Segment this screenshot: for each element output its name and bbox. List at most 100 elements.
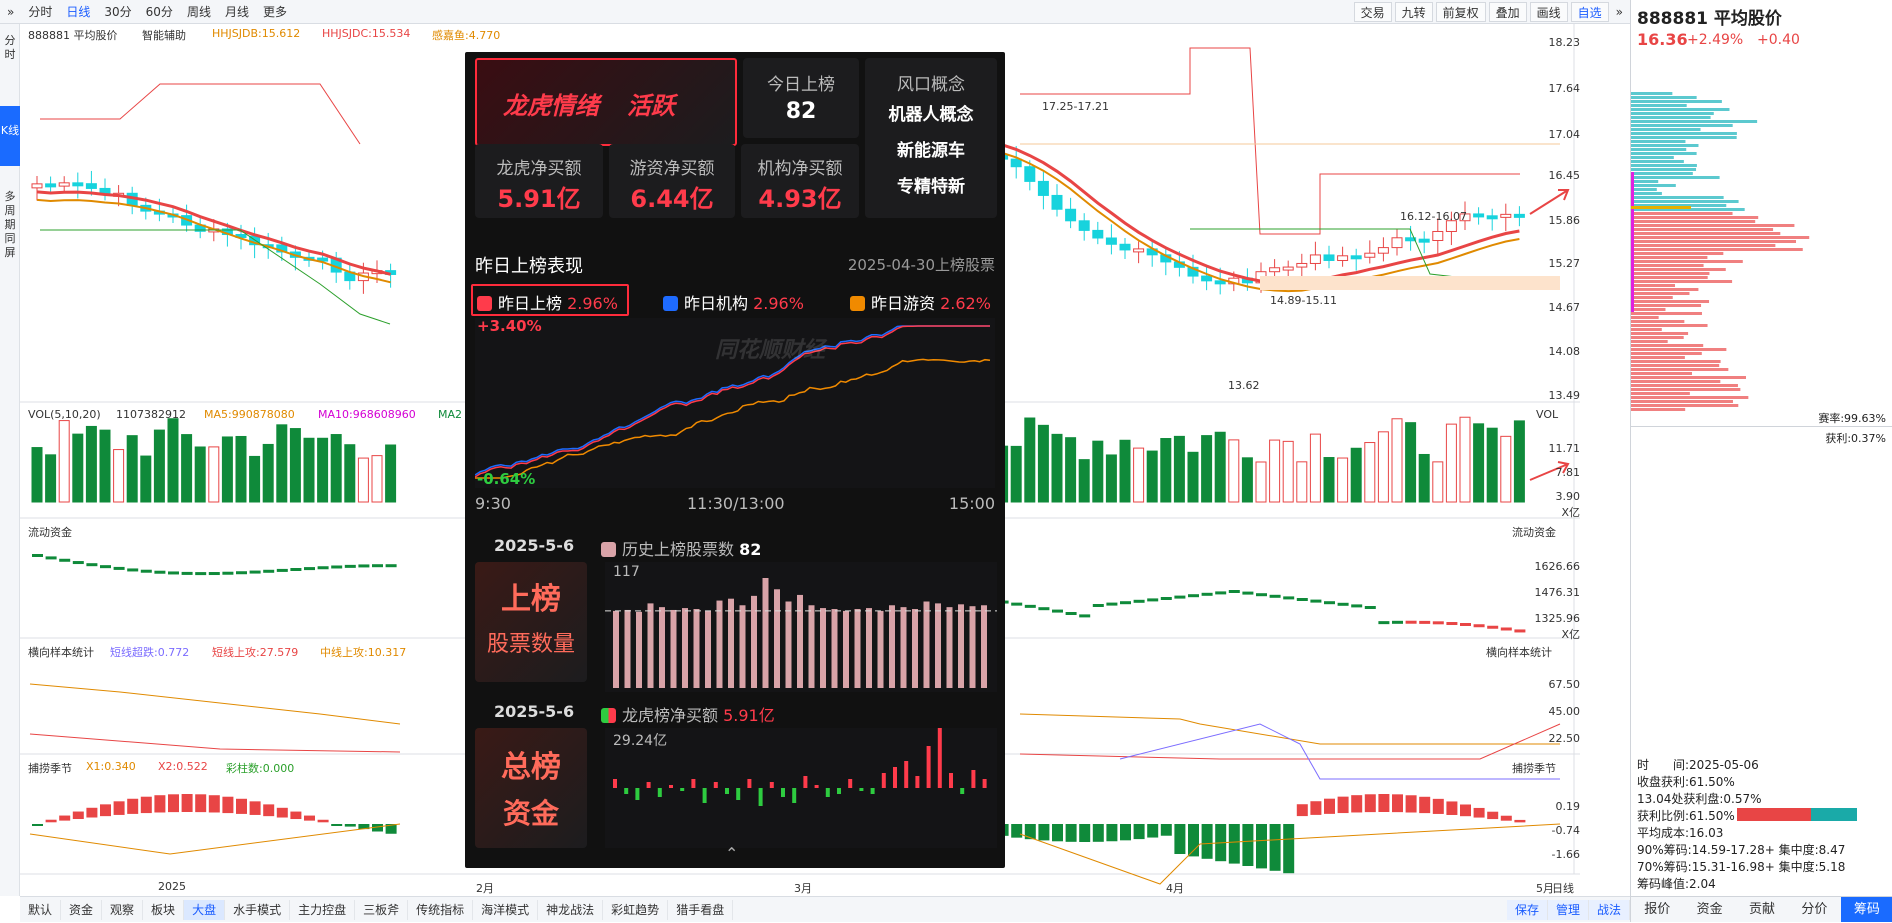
- season-bar: [1228, 824, 1240, 864]
- period-30min[interactable]: 30分: [97, 0, 138, 24]
- tab-main-control[interactable]: 主力控盘: [290, 899, 356, 920]
- tab-market[interactable]: 大盘: [184, 899, 226, 920]
- tab-hunter[interactable]: 猎手看盘: [668, 899, 734, 920]
- tab-chips[interactable]: 筹码: [1840, 897, 1892, 922]
- season-bar: [1378, 794, 1390, 813]
- chip-bar: [1631, 264, 1704, 267]
- period-monthly[interactable]: 月线: [218, 0, 256, 24]
- rail-multi-period[interactable]: 多周期同屏: [0, 186, 20, 264]
- chip-bar: [1631, 224, 1795, 227]
- y-tick: 14.08: [1548, 345, 1581, 358]
- collapse-chevron-icon[interactable]: ⌃: [725, 844, 738, 863]
- season-bar: [59, 815, 71, 821]
- volume-bar: [303, 437, 315, 503]
- fund-bar: [881, 773, 886, 788]
- dragon-tiger-popup[interactable]: 龙虎情绪 活跃 今日上榜 82 风口概念 机器人概念 新能源车 专精特新 龙虎净…: [465, 52, 1005, 868]
- period-weekly[interactable]: 周线: [180, 0, 218, 24]
- manage-button[interactable]: 管理: [1547, 899, 1589, 920]
- chip-bar: [1631, 396, 1749, 399]
- tab-rainbow[interactable]: 彩虹趋势: [603, 899, 669, 920]
- adjust-dropdown[interactable]: 前复权: [1435, 1, 1486, 22]
- chip-bar: [1631, 184, 1676, 187]
- tab-sailor[interactable]: 水手模式: [225, 899, 291, 920]
- legend-yesterday[interactable]: 昨日上榜 2.96%: [477, 290, 618, 314]
- strategy-button[interactable]: 战法: [1588, 899, 1630, 920]
- right-chevron-icon[interactable]: »: [1609, 0, 1630, 24]
- concept-item[interactable]: 机器人概念: [865, 97, 997, 133]
- concept-item[interactable]: 专精特新: [865, 169, 997, 205]
- tab-observe[interactable]: 观察: [102, 899, 144, 920]
- season-bar: [1419, 796, 1431, 814]
- period-minute[interactable]: 分时: [21, 0, 59, 24]
- chip-bar: [1631, 240, 1797, 243]
- draw-line-button[interactable]: 画线: [1529, 1, 1568, 22]
- smart-assist-toggle[interactable]: 智能辅助: [142, 27, 186, 43]
- season-bars: 彩柱数:0.000: [226, 762, 295, 775]
- period-60min[interactable]: 60分: [139, 0, 180, 24]
- season-bar: [236, 798, 247, 814]
- tab-traditional[interactable]: 传统指标: [408, 899, 474, 920]
- bottom-tabbar: 默认 资金 观察 板块 大盘 水手模式 主力控盘 三板斧 传统指标 海洋模式 神…: [20, 896, 1630, 922]
- flow-dash: [1446, 622, 1458, 626]
- count-date: 2025-5-6: [494, 536, 575, 555]
- overlay-dropdown[interactable]: 叠加: [1488, 1, 1527, 22]
- tab-default[interactable]: 默认: [20, 899, 62, 920]
- hot-money-card: 游资净买额 6.44亿: [609, 144, 735, 218]
- tab-sector[interactable]: 板块: [143, 899, 185, 920]
- flow-dash: [1052, 609, 1063, 613]
- tab-price-distribution[interactable]: 分价: [1788, 897, 1840, 922]
- legend-hot-money[interactable]: 昨日游资 2.62%: [850, 290, 991, 314]
- tab-three-axe[interactable]: 三板斧: [355, 899, 409, 920]
- concept-card: 风口概念 机器人概念 新能源车 专精特新: [865, 58, 997, 218]
- fund-bar: [669, 785, 673, 788]
- season-bar: [1324, 798, 1335, 814]
- volume-bar: [1024, 417, 1036, 503]
- legend-institution[interactable]: 昨日机构 2.96%: [663, 290, 804, 314]
- tab-ocean[interactable]: 海洋模式: [473, 899, 539, 920]
- flow-dash: [1283, 596, 1295, 600]
- season-bar: [290, 811, 302, 820]
- flow-dash: [1201, 592, 1213, 596]
- flow-dash: [1120, 601, 1131, 605]
- tab-capital[interactable]: 资金: [1683, 897, 1735, 922]
- expand-chevron-icon[interactable]: »: [0, 0, 21, 24]
- info-close-profit: 收盘获利:61.50%: [1637, 775, 1735, 789]
- tab-funds[interactable]: 资金: [61, 899, 103, 920]
- volume-bar: [371, 455, 383, 503]
- season-bar: [331, 824, 343, 826]
- chip-bar: [1631, 360, 1721, 363]
- chip-bar: [1631, 372, 1692, 375]
- tab-contribution[interactable]: 贡献: [1736, 897, 1788, 922]
- period-daily[interactable]: 日线: [59, 0, 97, 24]
- flow-dash: [331, 565, 343, 569]
- perf-time: 15:00: [948, 494, 995, 513]
- candle: [58, 182, 70, 187]
- flow-dash: [1106, 602, 1118, 606]
- volume-bar: [181, 434, 193, 503]
- period-more-dropdown[interactable]: 更多: [256, 0, 294, 24]
- trade-button[interactable]: 交易: [1353, 1, 1392, 22]
- chip-bar: [1631, 156, 1674, 159]
- rail-minute[interactable]: 分时: [0, 30, 20, 66]
- chip-bar: [1631, 408, 1686, 411]
- chip-bar: [1631, 128, 1701, 131]
- rail-kline[interactable]: K线: [0, 106, 20, 166]
- save-button[interactable]: 保存: [1506, 899, 1548, 920]
- nine-turn-button[interactable]: 九转: [1394, 1, 1433, 22]
- count-bar: [670, 609, 677, 688]
- net-buy-label: 龙虎净买额: [496, 159, 582, 179]
- vol-value: 1107382912: [116, 408, 186, 421]
- fund-bar: [960, 788, 965, 794]
- tab-quote[interactable]: 报价: [1631, 897, 1683, 922]
- candle: [1078, 220, 1090, 231]
- candle: [1391, 237, 1403, 249]
- season-bar: [1269, 824, 1281, 871]
- count-bar: [682, 608, 688, 688]
- tab-dragon[interactable]: 神龙战法: [538, 899, 604, 920]
- fund-bar: [848, 779, 853, 788]
- watchlist-button[interactable]: 自选: [1570, 1, 1609, 22]
- vol-title: VOL(5,10,20): [28, 408, 101, 421]
- fund-bar: [837, 788, 841, 794]
- y-tick: 15.86: [1548, 214, 1581, 227]
- concept-item[interactable]: 新能源车: [865, 133, 997, 169]
